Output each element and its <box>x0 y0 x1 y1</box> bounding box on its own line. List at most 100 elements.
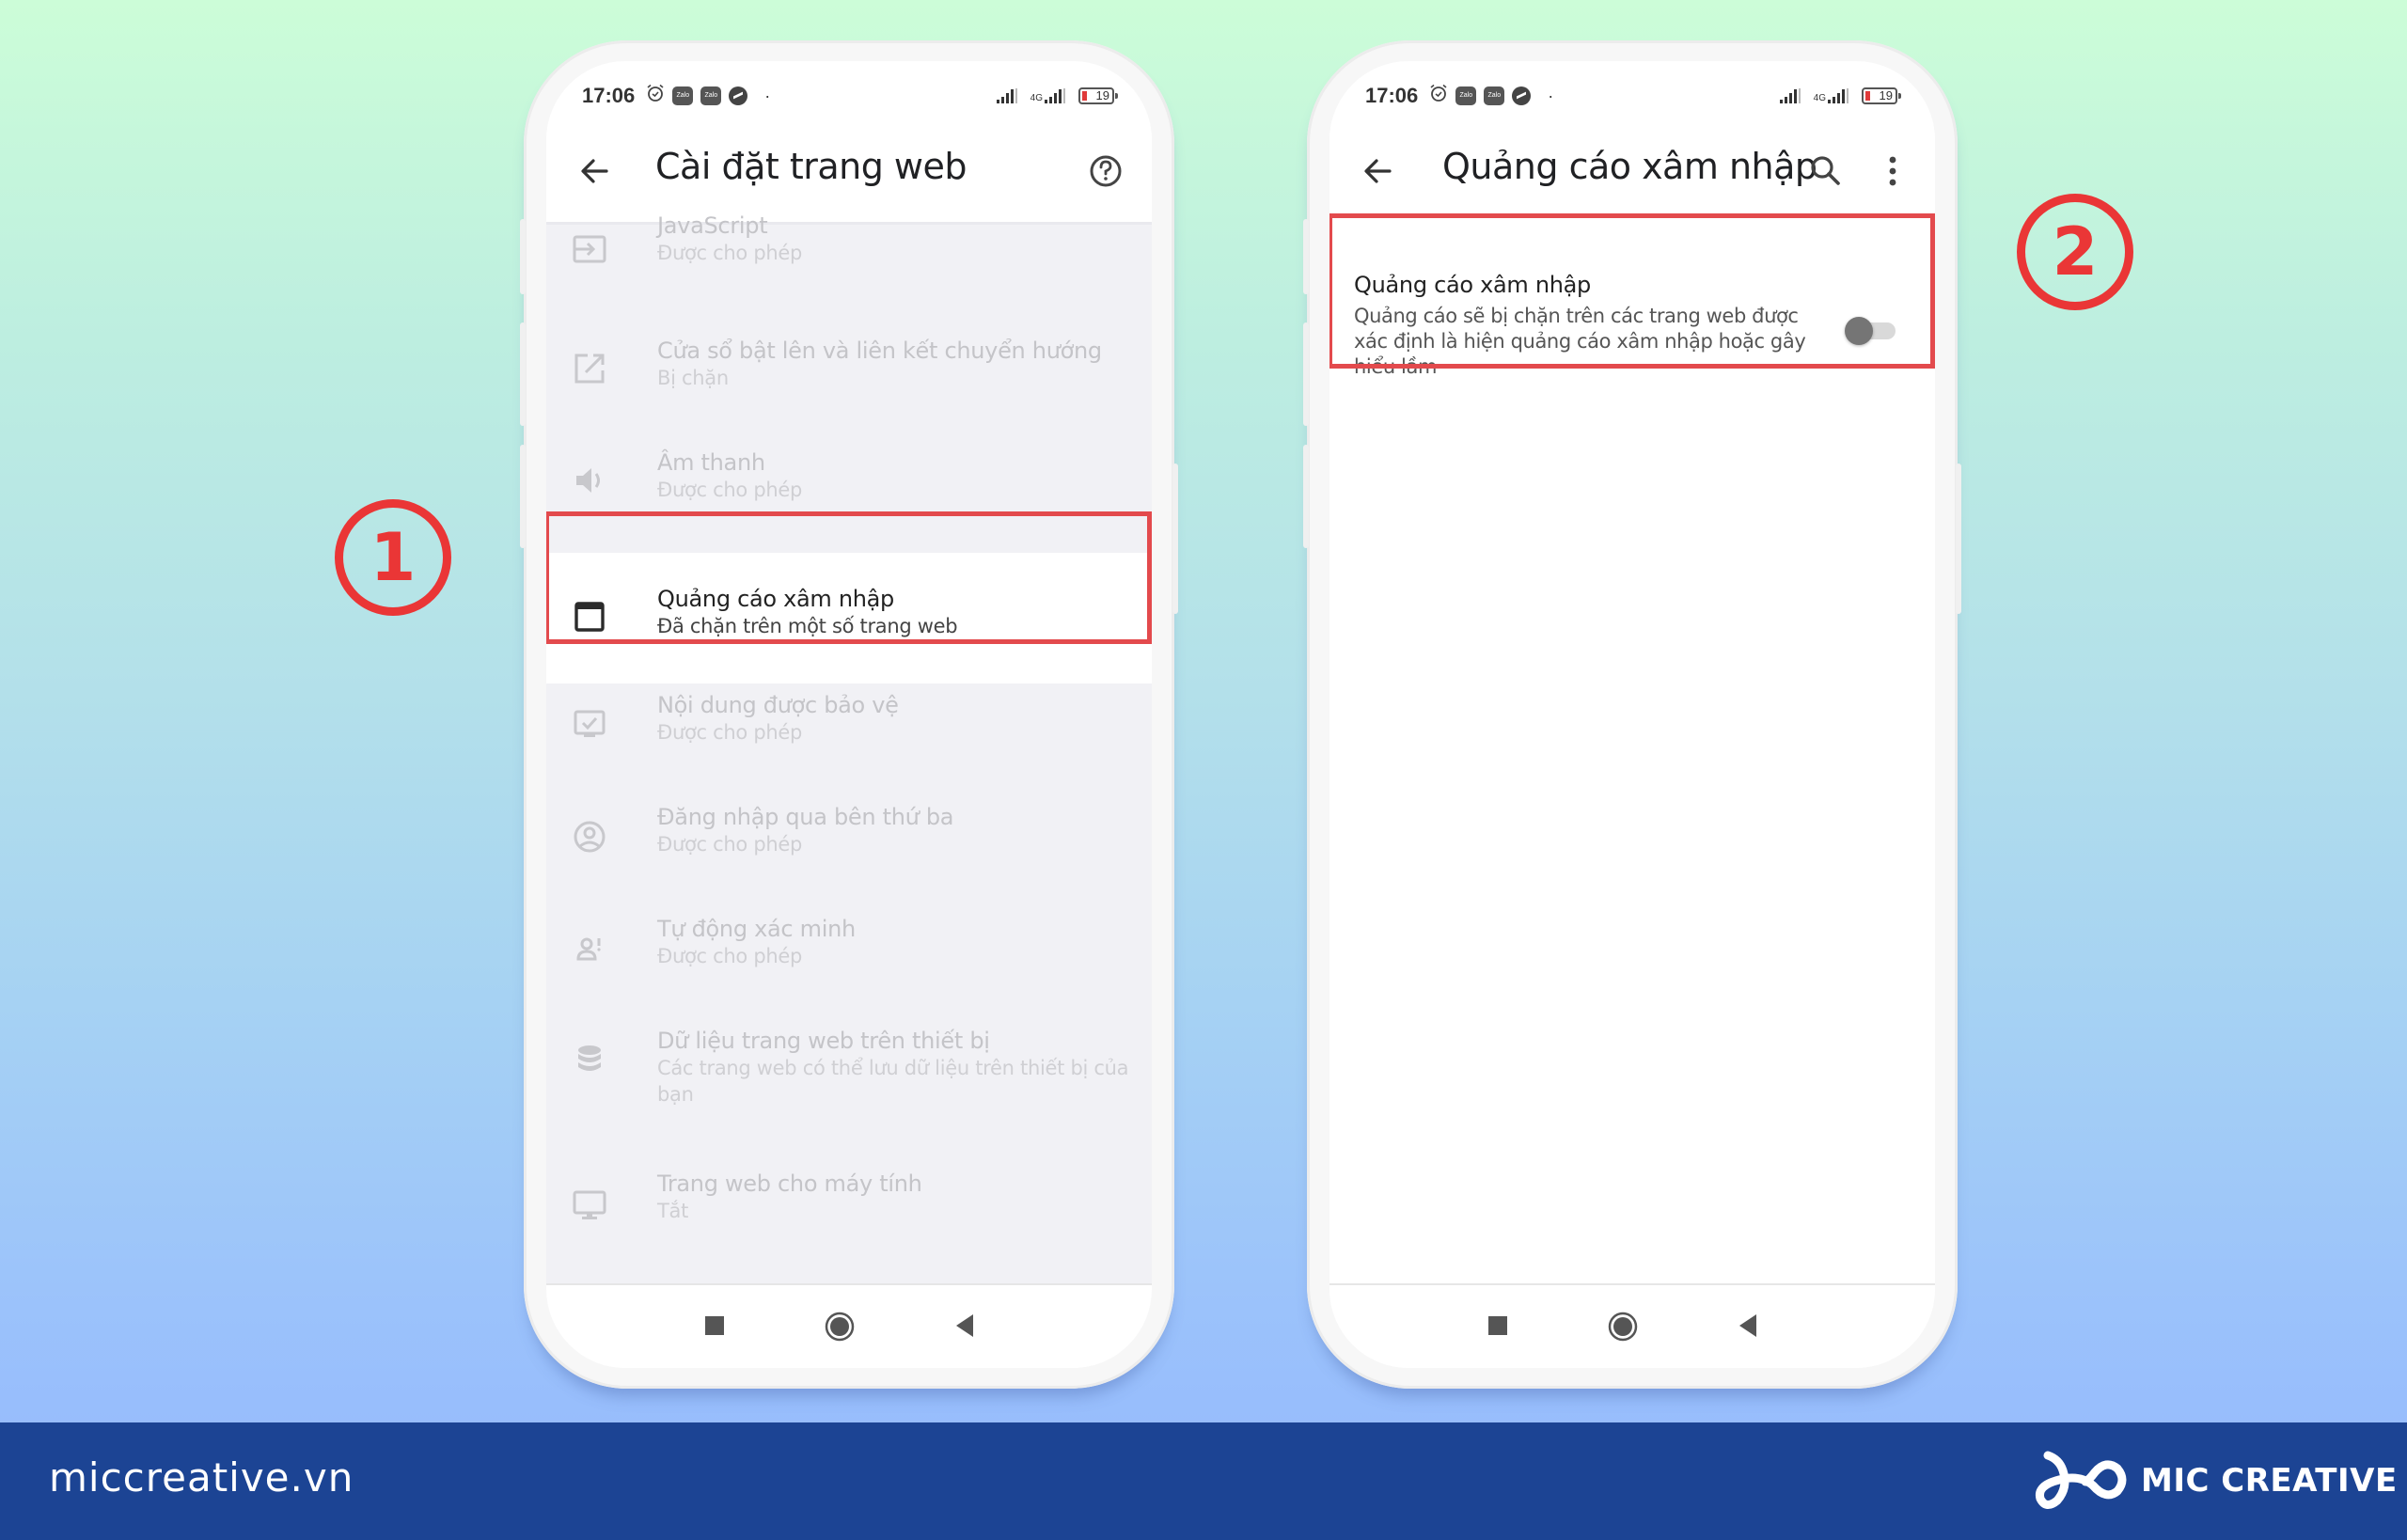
help-circle-icon[interactable] <box>1084 148 1127 195</box>
battery-icon: 19 <box>1078 87 1118 104</box>
list-item-third-party-signin[interactable]: Đăng nhập qua bên thứ ba Được cho phép <box>546 795 1152 907</box>
row-title: Âm thanh <box>657 449 765 476</box>
row-title: JavaScript <box>657 212 768 239</box>
status-bar: 17:06 Zalo Zalo · 4G 19 <box>1329 61 1935 119</box>
page-title: Cài đặt trang web <box>655 146 968 187</box>
footer-website[interactable]: miccreative.vn <box>49 1454 354 1501</box>
account-circle-icon <box>574 821 606 853</box>
phone-side-button <box>1303 322 1309 426</box>
list-item-intrusive-ads[interactable]: Quảng cáo xâm nhập Đã chặn trên một số t… <box>546 553 1152 684</box>
row-subtitle: Bị chặn <box>657 367 729 389</box>
row-subtitle: Được cho phép <box>657 833 803 856</box>
status-right: 4G 19 <box>996 87 1118 104</box>
list-item-sound[interactable]: Âm thanh Được cho phép <box>546 430 1152 542</box>
network-type-label: 4G <box>1030 93 1043 103</box>
app-bar: Quảng cáo xâm nhập <box>1329 119 1935 225</box>
zalo-icon: Zalo <box>1484 86 1505 105</box>
row-title: Trang web cho máy tính <box>657 1171 922 1197</box>
step-badge-2: 2 <box>2017 194 2133 310</box>
system-nav-bar <box>1329 1283 1935 1368</box>
phone-side-button <box>520 219 526 294</box>
more-vert-icon[interactable] <box>1871 148 1914 195</box>
list-item-desktop-site[interactable]: Trang web cho máy tính Tắt <box>546 1156 1152 1268</box>
status-time: 17:06 <box>582 84 636 107</box>
zalo-icon: Zalo <box>1455 86 1477 105</box>
status-bar: 17:06 Zalo Zalo · 4G 19 <box>546 61 1152 119</box>
home-circle-icon[interactable] <box>825 1312 855 1342</box>
browser-window-icon <box>574 602 605 632</box>
row-title: Đăng nhập qua bên thứ ba <box>657 804 954 830</box>
arrow-left-icon[interactable] <box>1354 148 1401 195</box>
row-subtitle: Được cho phép <box>657 721 803 744</box>
phone-side-button <box>520 445 526 548</box>
search-icon[interactable] <box>1803 148 1847 195</box>
site-settings-list: JavaScript Được cho phép Cửa sổ bật lên … <box>546 212 1152 1353</box>
desktop-icon <box>573 1190 606 1219</box>
row-subtitle: Các trang web có thể lưu dữ liệu trên th… <box>657 1057 1129 1106</box>
row-subtitle: Tắt <box>657 1200 689 1222</box>
brand-logo: MIC CREATIVE <box>2031 1443 2398 1518</box>
row-subtitle: Được cho phép <box>657 242 803 264</box>
alarm-icon <box>1429 84 1448 108</box>
phone-mockup-intrusive-ads: 17:06 Zalo Zalo · 4G 19 Quảng cáo xâm nh… <box>1303 40 1961 1389</box>
list-item-protected-content[interactable]: Nội dung được bảo vệ Được cho phép <box>546 684 1152 795</box>
footer-banner: miccreative.vn MIC CREATIVE <box>0 1422 2407 1540</box>
intrusive-ads-detail: Quảng cáo xâm nhập Quảng cáo sẽ bị chặn … <box>1329 225 1935 1285</box>
phone-side-button <box>520 322 526 426</box>
list-item-site-data[interactable]: Dữ liệu trang web trên thiết bị Các tran… <box>546 1019 1152 1156</box>
status-time: 17:06 <box>1365 84 1419 107</box>
brand-name: MIC CREATIVE <box>2141 1462 2398 1500</box>
cell-signal-icon: 4G <box>1814 88 1849 103</box>
database-icon <box>578 1045 601 1071</box>
network-type-label: 4G <box>1813 93 1826 103</box>
notification-dot: · <box>1548 86 1554 105</box>
wifi-signal-icon <box>1779 88 1801 103</box>
javascript-icon <box>573 235 606 263</box>
setting-description: Quảng cáo sẽ bị chặn trên các trang web … <box>1354 305 1806 378</box>
row-title: Nội dung được bảo vệ <box>657 692 899 718</box>
phone-side-button <box>1303 219 1309 294</box>
row-subtitle: Được cho phép <box>657 479 803 501</box>
popup-open-icon <box>574 354 605 384</box>
phone-screen: 17:06 Zalo Zalo · 4G 19 Cài đặt trang we… <box>546 61 1152 1368</box>
row-title: Cửa sổ bật lên và liên kết chuyển hướng <box>657 338 1102 364</box>
row-title: Dữ liệu trang web trên thiết bị <box>657 1028 990 1054</box>
list-item-auto-verify[interactable]: Tự động xác minh Được cho phép <box>546 907 1152 1019</box>
phone-side-button <box>1172 464 1178 614</box>
phone-screen: 17:06 Zalo Zalo · 4G 19 Quảng cáo xâm nh… <box>1329 61 1935 1368</box>
status-right: 4G 19 <box>1779 87 1901 104</box>
zalo-icon: Zalo <box>672 86 694 105</box>
row-subtitle: Được cho phép <box>657 945 803 967</box>
notification-dot: · <box>764 86 771 105</box>
wifi-signal-icon <box>996 88 1017 103</box>
arrow-left-icon[interactable] <box>571 148 618 195</box>
zalo-icon: Zalo <box>700 86 722 105</box>
recents-square-icon[interactable] <box>704 1315 725 1336</box>
intrusive-ads-toggle[interactable] <box>1845 317 1897 345</box>
row-title: Quảng cáo xâm nhập <box>657 586 894 612</box>
messenger-icon <box>729 86 748 105</box>
row-subtitle: Đã chặn trên một số trang web <box>657 615 958 637</box>
toggle-thumb <box>1845 317 1873 345</box>
phone-side-button <box>1303 445 1309 548</box>
person-alert-icon <box>576 937 601 961</box>
list-item-javascript[interactable]: JavaScript Được cho phép <box>546 206 1152 318</box>
back-triangle-icon[interactable] <box>1738 1313 1758 1338</box>
infinity-logo-icon <box>2035 1451 2127 1509</box>
page-title: Quảng cáo xâm nhập <box>1442 146 1817 187</box>
protected-content-icon <box>574 710 606 737</box>
messenger-icon <box>1512 86 1532 105</box>
phone-side-button <box>1956 464 1961 614</box>
list-item-popups-redirects[interactable]: Cửa sổ bật lên và liên kết chuyển hướng … <box>546 318 1152 430</box>
phone-mockup-site-settings: 17:06 Zalo Zalo · 4G 19 Cài đặt trang we… <box>520 40 1178 1389</box>
home-circle-icon[interactable] <box>1608 1312 1638 1342</box>
recents-square-icon[interactable] <box>1487 1315 1508 1336</box>
system-nav-bar <box>546 1283 1152 1368</box>
intrusive-ads-setting-row[interactable]: Quảng cáo xâm nhập Quảng cáo sẽ bị chặn … <box>1329 253 1935 406</box>
back-triangle-icon[interactable] <box>954 1313 975 1338</box>
battery-icon: 19 <box>1862 87 1901 104</box>
row-title: Tự động xác minh <box>657 916 856 942</box>
cell-signal-icon: 4G <box>1030 88 1065 103</box>
setting-title: Quảng cáo xâm nhập <box>1354 272 1591 298</box>
step-badge-1: 1 <box>335 499 451 616</box>
